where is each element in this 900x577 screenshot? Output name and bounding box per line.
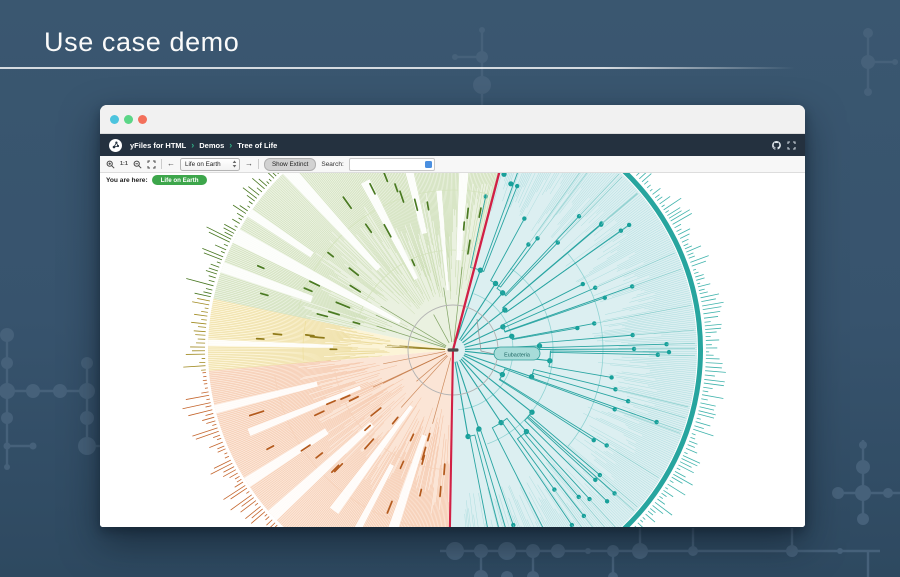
tree-of-life-chart[interactable]: Eubacteria bbox=[100, 173, 805, 527]
breadcrumb-tree-of-life: Tree of Life bbox=[237, 141, 277, 150]
window-minimize-button[interactable] bbox=[124, 115, 133, 124]
you-are-here-label: You are here: bbox=[106, 177, 148, 184]
search-label: Search: bbox=[321, 161, 343, 168]
title-underline bbox=[0, 67, 795, 69]
zoom-in-icon[interactable] bbox=[106, 160, 115, 169]
zoom-original-icon[interactable]: 1:1 bbox=[120, 161, 128, 167]
you-are-here-row: You are here: Life on Earth bbox=[106, 175, 207, 185]
svg-text:Eubacteria: Eubacteria bbox=[504, 353, 530, 359]
yfiles-logo-icon[interactable] bbox=[109, 139, 122, 152]
search-field bbox=[349, 158, 435, 171]
browser-window: yFiles for HTML › Demos › Tree of Life bbox=[100, 105, 805, 527]
slide-background: Use case demo yFiles for HTML › Demos › … bbox=[0, 0, 900, 577]
fullscreen-icon[interactable] bbox=[787, 141, 796, 150]
root-node-select[interactable]: Life on Earth bbox=[180, 158, 240, 171]
page-title: Use case demo bbox=[44, 27, 239, 58]
demo-toolbar: 1:1 ← Life on Earth → Show Exti bbox=[100, 156, 805, 173]
browser-titlebar bbox=[100, 105, 805, 134]
breadcrumb-separator: › bbox=[229, 141, 232, 150]
toolbar-divider bbox=[161, 159, 162, 169]
fit-content-icon[interactable] bbox=[147, 160, 156, 169]
toolbar-divider bbox=[258, 159, 259, 169]
graph-canvas-area: Eubacteria You are here: Life on Earth bbox=[100, 173, 805, 527]
breadcrumb-separator: › bbox=[191, 141, 194, 150]
select-stepper-icon bbox=[232, 160, 237, 168]
github-icon[interactable] bbox=[771, 140, 782, 151]
root-node bbox=[448, 348, 459, 351]
life-badge: Life on Earth bbox=[152, 175, 208, 185]
next-node-button[interactable]: → bbox=[245, 160, 253, 168]
eubacteria-node-label[interactable]: Eubacteria bbox=[494, 347, 540, 360]
tree-layers: Eubacteria bbox=[183, 173, 726, 527]
search-input[interactable] bbox=[352, 160, 425, 169]
breadcrumb-demos[interactable]: Demos bbox=[199, 141, 224, 150]
window-close-button[interactable] bbox=[110, 115, 119, 124]
show-extinct-button[interactable]: Show Extinct bbox=[264, 158, 316, 171]
root-node-select-value: Life on Earth bbox=[185, 161, 229, 168]
previous-node-button[interactable]: ← bbox=[167, 160, 175, 168]
window-zoom-button[interactable] bbox=[138, 115, 147, 124]
navbar-brand[interactable]: yFiles for HTML bbox=[130, 141, 186, 150]
search-submit-icon[interactable] bbox=[425, 161, 432, 168]
demo-navbar: yFiles for HTML › Demos › Tree of Life bbox=[100, 134, 805, 156]
zoom-out-icon[interactable] bbox=[133, 160, 142, 169]
